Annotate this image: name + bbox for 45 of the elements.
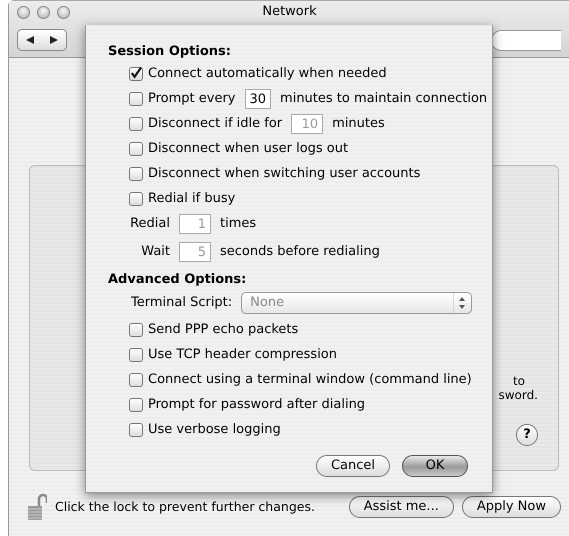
checkbox-label[interactable]: Prompt for password after dialing xyxy=(148,394,366,414)
checkbox[interactable] xyxy=(129,398,143,412)
close-icon[interactable] xyxy=(17,6,30,18)
section-heading: Session Options: xyxy=(108,43,232,61)
ok-button[interactable]: OK xyxy=(402,455,468,477)
checkbox[interactable] xyxy=(129,372,143,386)
checkbox-label[interactable]: Redial if busy xyxy=(148,188,236,208)
cancel-button[interactable]: Cancel xyxy=(316,455,390,477)
checkbox-label[interactable]: Connect automatically when needed xyxy=(148,64,387,84)
checkbox[interactable] xyxy=(129,322,143,336)
zoom-icon[interactable] xyxy=(57,6,70,18)
checkbox-label[interactable]: Prompt every xyxy=(148,88,236,108)
apply-button[interactable]: Apply Now xyxy=(462,496,561,518)
partial-text: sword. xyxy=(498,388,538,402)
checkbox-label[interactable]: Connect using a terminal window (command line) xyxy=(148,370,472,390)
checkbox[interactable] xyxy=(129,348,143,362)
field-label: Terminal Script: xyxy=(131,294,232,312)
checkbox-label[interactable]: Disconnect when user logs out xyxy=(148,138,348,158)
field-unit: seconds before redialing xyxy=(220,242,380,261)
back-forward-button[interactable] xyxy=(17,29,67,51)
checkbox-label[interactable]: Disconnect when switching user accounts xyxy=(148,164,420,184)
checkbox[interactable] xyxy=(129,166,143,180)
checkbox-label[interactable]: Use TCP header compression xyxy=(148,344,338,364)
field-unit: times xyxy=(220,214,256,233)
checkbox[interactable] xyxy=(129,92,143,106)
open-padlock-icon[interactable] xyxy=(27,493,47,521)
assist-button[interactable]: Assist me... xyxy=(348,496,454,518)
number-field[interactable]: 30 xyxy=(244,88,272,108)
option-text: minutes to maintain connection xyxy=(280,90,488,108)
option-text: minutes xyxy=(332,114,385,133)
checkbox-label[interactable]: Use verbose logging xyxy=(148,420,281,440)
field-label: Wait xyxy=(140,242,170,261)
partial-text: to xyxy=(512,374,525,388)
checkbox[interactable] xyxy=(129,66,143,80)
search-field[interactable] xyxy=(491,30,561,50)
lock-hint-text: Click the lock to prevent further changes. xyxy=(55,498,316,516)
checkbox[interactable] xyxy=(129,192,143,206)
checkbox-label[interactable]: Send PPP echo packets xyxy=(148,320,298,340)
field-label: Redial xyxy=(129,214,170,233)
help-button[interactable]: ? xyxy=(516,424,538,446)
minimize-icon[interactable] xyxy=(37,6,50,18)
window-title: Network xyxy=(262,3,317,22)
checkbox[interactable] xyxy=(129,422,143,436)
section-heading: Advanced Options: xyxy=(108,271,248,289)
checkbox[interactable] xyxy=(129,142,143,156)
